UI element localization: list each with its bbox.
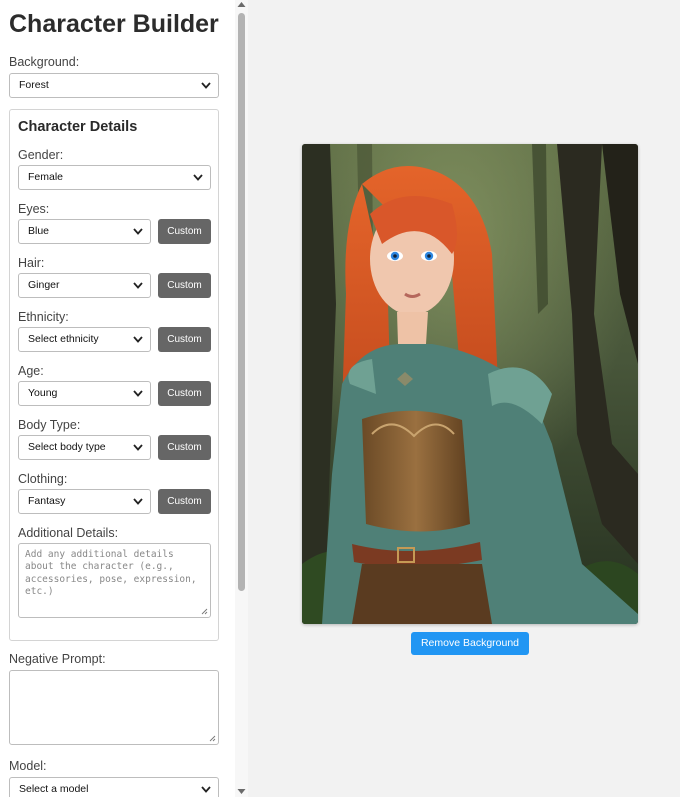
ethnicity-select[interactable]: Select ethnicity (18, 327, 151, 352)
age-label: Age: (18, 364, 44, 378)
character-details-title: Character Details (18, 119, 138, 135)
additional-details-label: Additional Details: (18, 526, 119, 540)
negative-prompt-label: Negative Prompt: (9, 652, 106, 666)
gender-select[interactable]: Female (18, 165, 211, 190)
chevron-down-icon (133, 498, 143, 505)
resize-grip-icon[interactable] (201, 608, 208, 615)
chevron-down-icon (201, 82, 211, 89)
remove-background-button[interactable]: Remove Background (411, 632, 529, 655)
gender-select-value: Female (28, 171, 64, 183)
body-type-custom-button[interactable]: Custom (158, 435, 211, 460)
hair-label: Hair: (18, 256, 45, 270)
preview-area: Remove Background (248, 0, 680, 797)
scrollbar-thumb[interactable] (238, 13, 245, 591)
chevron-down-icon (133, 228, 143, 235)
chevron-down-icon (133, 336, 143, 343)
clothing-label: Clothing: (18, 472, 68, 486)
body-type-label: Body Type: (18, 418, 81, 432)
ethnicity-select-value: Select ethnicity (28, 333, 99, 345)
chevron-down-icon (133, 282, 143, 289)
model-select[interactable]: Select a model (9, 777, 219, 797)
scroll-up-arrow-icon[interactable] (237, 1, 246, 8)
clothing-select-value: Fantasy (28, 495, 66, 507)
chevron-down-icon (133, 444, 143, 451)
body-type-select[interactable]: Select body type (18, 435, 151, 460)
app-title: Character Builder (9, 10, 219, 38)
chevron-down-icon (201, 786, 211, 793)
sidebar-scrollbar[interactable] (235, 0, 248, 797)
hair-select[interactable]: Ginger (18, 273, 151, 298)
additional-details-placeholder: Add any additional details about the cha… (25, 549, 197, 597)
model-label: Model: (9, 759, 47, 773)
hair-select-value: Ginger (28, 279, 60, 291)
background-select[interactable]: Forest (9, 73, 219, 98)
background-select-value: Forest (19, 79, 49, 91)
additional-details-textarea[interactable]: Add any additional details about the cha… (18, 543, 211, 618)
model-select-value: Select a model (19, 783, 89, 795)
age-select[interactable]: Young (18, 381, 151, 406)
scroll-down-arrow-icon[interactable] (237, 788, 246, 795)
ethnicity-label: Ethnicity: (18, 310, 69, 324)
clothing-custom-button[interactable]: Custom (158, 489, 211, 514)
chevron-down-icon (193, 174, 203, 181)
eyes-select-value: Blue (28, 225, 50, 237)
ethnicity-custom-button[interactable]: Custom (158, 327, 211, 352)
character-portrait-image (302, 144, 638, 624)
eyes-label: Eyes: (18, 202, 50, 216)
resize-grip-icon[interactable] (209, 735, 216, 742)
chevron-down-icon (133, 390, 143, 397)
gender-label: Gender: (18, 148, 64, 162)
character-portrait (302, 144, 638, 624)
negative-prompt-textarea[interactable] (9, 670, 219, 745)
body-type-select-value: Select body type (28, 441, 106, 453)
eyes-select[interactable]: Blue (18, 219, 151, 244)
eyes-custom-button[interactable]: Custom (158, 219, 211, 244)
hair-custom-button[interactable]: Custom (158, 273, 211, 298)
background-label: Background: (9, 55, 80, 69)
age-select-value: Young (28, 387, 58, 399)
clothing-select[interactable]: Fantasy (18, 489, 151, 514)
age-custom-button[interactable]: Custom (158, 381, 211, 406)
sidebar: Character Builder Background: Forest Cha… (0, 0, 248, 797)
